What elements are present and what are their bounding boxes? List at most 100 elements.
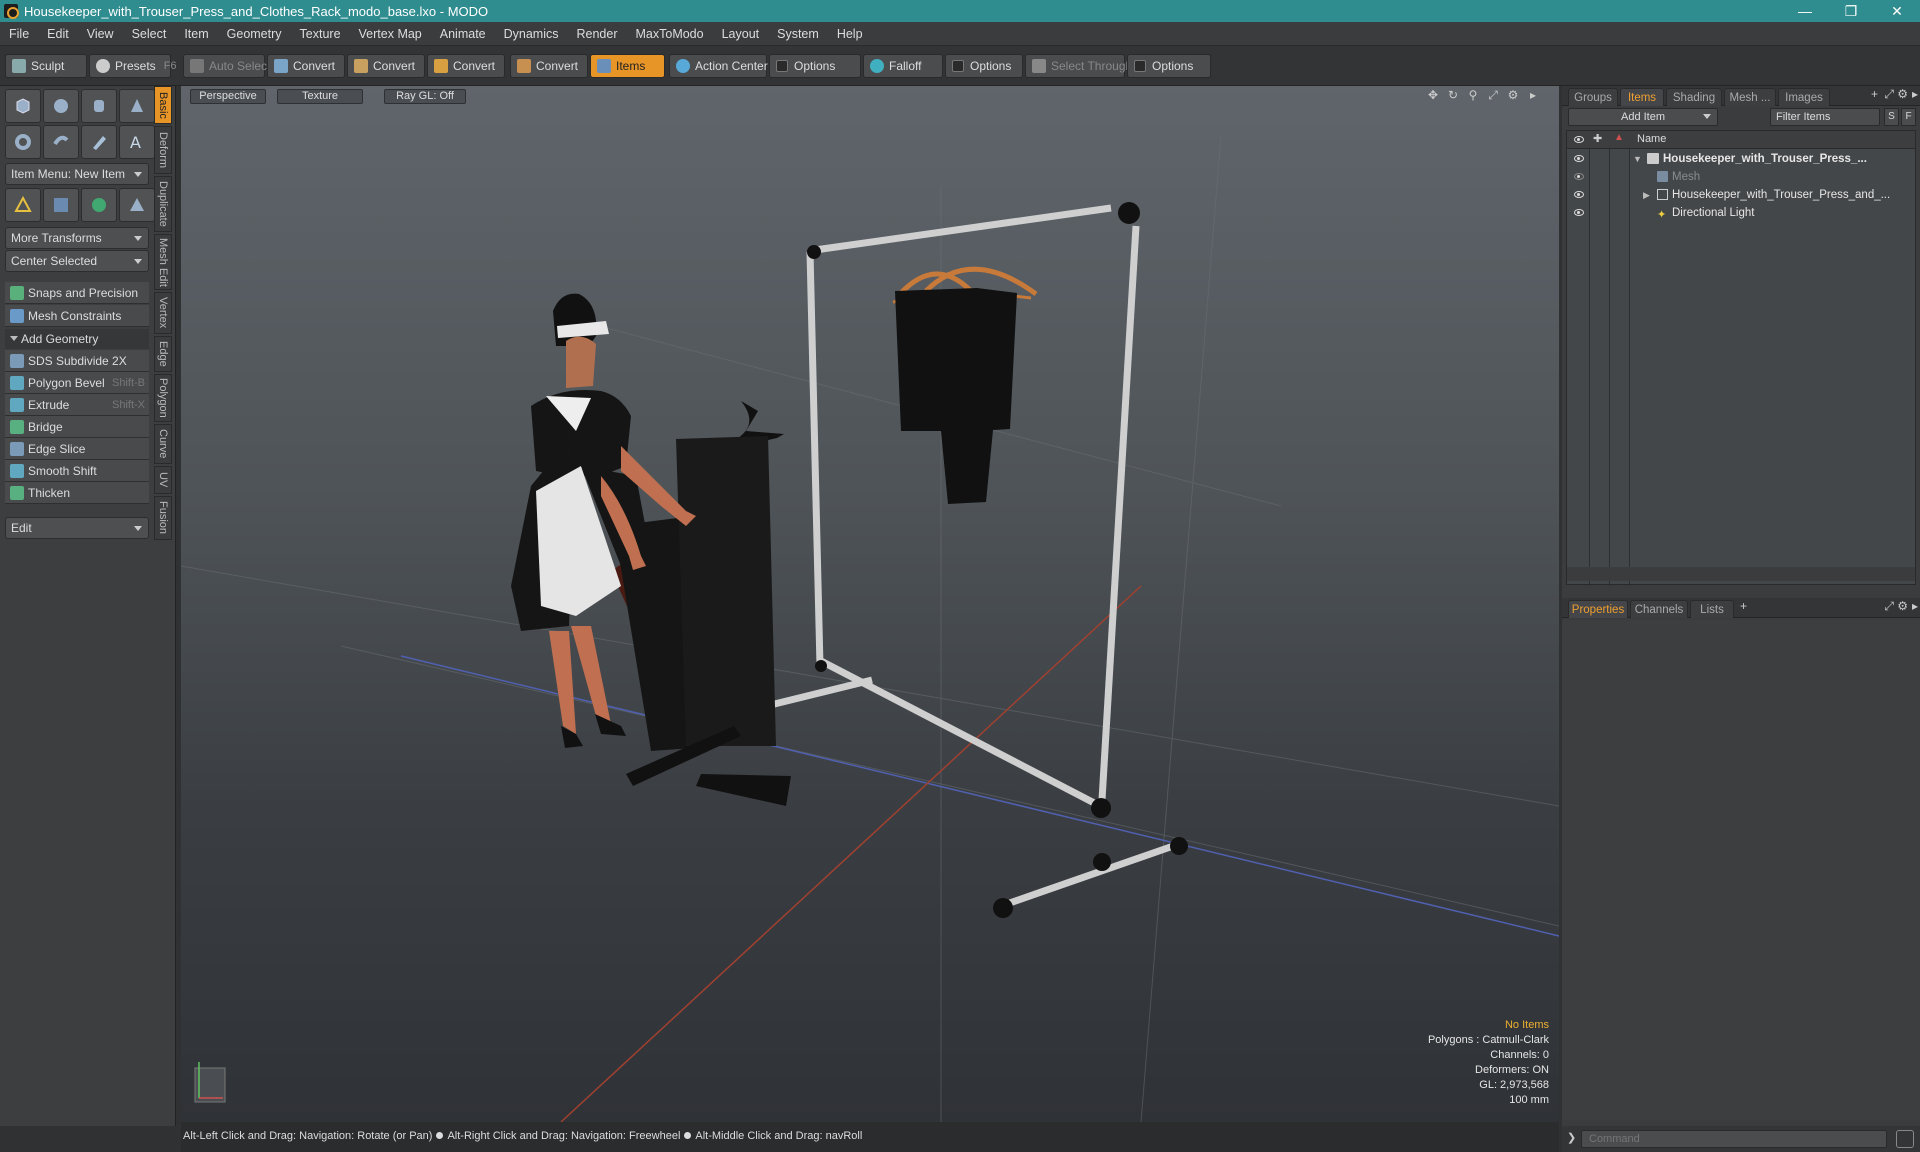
menu-vertex-map[interactable]: Vertex Map xyxy=(350,22,431,46)
transform-icon[interactable] xyxy=(5,188,41,222)
rotate-icon[interactable]: ↻ xyxy=(1445,87,1461,103)
tool-thicken[interactable]: Thicken xyxy=(5,482,149,504)
visibility-column-eye-icon[interactable] xyxy=(1574,136,1584,143)
item-menu-dropdown[interactable]: Item Menu: New Item xyxy=(5,163,149,185)
tool-edge-slice[interactable]: Edge Slice xyxy=(5,438,149,460)
zoom-icon[interactable]: ⚲ xyxy=(1465,87,1481,103)
convert-vertices-button[interactable]: Convert xyxy=(267,54,345,78)
visibility-eye-icon[interactable] xyxy=(1574,209,1584,216)
filter-items-input[interactable]: Filter Items xyxy=(1770,108,1880,126)
command-history-icon[interactable] xyxy=(1896,1130,1914,1148)
tab-items[interactable]: Items xyxy=(1620,88,1664,106)
lock-column-icon[interactable]: ✚ xyxy=(1593,132,1602,145)
add-tab-icon[interactable]: + xyxy=(1740,599,1747,613)
ray-gl-toggle[interactable]: Ray GL: Off xyxy=(384,89,466,104)
tree-row-mesh[interactable]: Mesh xyxy=(1567,168,1915,186)
close-icon[interactable]: ✕ xyxy=(1874,0,1920,22)
tab-groups[interactable]: Groups xyxy=(1568,88,1618,106)
pen-tool-icon[interactable] xyxy=(81,125,117,159)
tab-mesh[interactable]: Mesh ... xyxy=(1724,88,1776,106)
cone-primitive-icon[interactable] xyxy=(119,89,155,123)
presets-button[interactable]: Presets F6 xyxy=(89,54,177,78)
tab-images[interactable]: Images xyxy=(1778,88,1830,106)
panel-gear-icon[interactable]: ⚙ xyxy=(1897,87,1908,101)
falloff-options-button[interactable]: Options xyxy=(945,54,1023,78)
tab-uv[interactable]: UV xyxy=(154,466,172,494)
menu-file[interactable]: File xyxy=(0,22,38,46)
command-input[interactable] xyxy=(1581,1130,1887,1148)
menu-render[interactable]: Render xyxy=(568,22,627,46)
center-selected-dropdown[interactable]: Center Selected xyxy=(5,250,149,272)
tab-lists[interactable]: Lists xyxy=(1690,600,1734,618)
menu-geometry[interactable]: Geometry xyxy=(218,22,291,46)
add-tab-icon[interactable]: + xyxy=(1871,87,1878,101)
restore-icon[interactable]: ❐ xyxy=(1828,0,1874,22)
select-through-options-button[interactable]: Options xyxy=(1127,54,1211,78)
render-column-icon[interactable]: ▲ xyxy=(1614,132,1624,143)
tool-smooth-shift[interactable]: Smooth Shift xyxy=(5,460,149,482)
falloff-button[interactable]: Falloff xyxy=(863,54,943,78)
tree-row-directional-light[interactable]: ✦ Directional Light xyxy=(1567,204,1915,222)
select-through-button[interactable]: Select Through xyxy=(1025,54,1132,78)
minimize-icon[interactable]: — xyxy=(1782,0,1828,22)
items-mode-button[interactable]: Items xyxy=(590,54,665,78)
torus-primitive-icon[interactable] xyxy=(5,125,41,159)
tab-basic[interactable]: Basic xyxy=(154,86,172,124)
expand-icon[interactable]: ⤢ xyxy=(1884,87,1894,102)
view-perspective-button[interactable]: Perspective xyxy=(190,89,266,104)
tool-bridge[interactable]: Bridge xyxy=(5,416,149,438)
viewport-menu-arrow-icon[interactable]: ▸ xyxy=(1525,87,1541,103)
tab-fusion[interactable]: Fusion xyxy=(154,496,172,540)
visibility-eye-icon[interactable] xyxy=(1574,155,1584,162)
menu-maxtomodo[interactable]: MaxToModo xyxy=(627,22,713,46)
menu-item[interactable]: Item xyxy=(175,22,217,46)
panel-gear-icon[interactable]: ⚙ xyxy=(1897,599,1908,613)
menu-animate[interactable]: Animate xyxy=(431,22,495,46)
menu-texture[interactable]: Texture xyxy=(291,22,350,46)
sphere-primitive-icon[interactable] xyxy=(43,89,79,123)
panel-menu-arrow-icon[interactable]: ▸ xyxy=(1912,599,1918,613)
collapse-arrow-icon[interactable]: ▼ xyxy=(1633,150,1642,168)
convert-polygons-button[interactable]: Convert xyxy=(427,54,505,78)
cylinder-primitive-icon[interactable] xyxy=(81,89,117,123)
3d-viewport[interactable]: Perspective Texture Ray GL: Off ✥ ↻ ⚲ ⤢ … xyxy=(181,86,1559,1122)
sculpt-button[interactable]: Sculpt xyxy=(5,54,87,78)
tool-extrude[interactable]: Extrude Shift-X xyxy=(5,394,149,416)
auto-select-button[interactable]: Auto Select xyxy=(183,54,270,78)
text-tool-icon[interactable]: A xyxy=(119,125,155,159)
tool-polygon-bevel[interactable]: Polygon Bevel Shift-B xyxy=(5,372,149,394)
cube-primitive-icon[interactable] xyxy=(5,89,41,123)
tree-row-scene[interactable]: ▼ Housekeeper_with_Trouser_Press_... xyxy=(1567,150,1915,168)
action-center-options-button[interactable]: Options xyxy=(769,54,861,78)
tab-mesh-edit[interactable]: Mesh Edit xyxy=(154,234,172,290)
capsule-primitive-icon[interactable] xyxy=(43,125,79,159)
tab-channels[interactable]: Channels xyxy=(1630,600,1688,618)
filter-f-button[interactable]: F xyxy=(1901,108,1916,126)
tab-vertex[interactable]: Vertex xyxy=(154,292,172,334)
tree-row-housekeeper-group[interactable]: ▶ Housekeeper_with_Trouser_Press_and_... xyxy=(1567,186,1915,204)
shading-texture-button[interactable]: Texture xyxy=(277,89,363,104)
tab-deform[interactable]: Deform xyxy=(154,126,172,174)
action-center-button[interactable]: Action Center xyxy=(669,54,768,78)
pan-icon[interactable]: ✥ xyxy=(1425,87,1441,103)
menu-system[interactable]: System xyxy=(768,22,828,46)
tab-duplicate[interactable]: Duplicate xyxy=(154,176,172,232)
edit-dropdown[interactable]: Edit xyxy=(5,517,149,539)
menu-help[interactable]: Help xyxy=(828,22,872,46)
menu-dynamics[interactable]: Dynamics xyxy=(495,22,568,46)
globe-icon[interactable] xyxy=(81,188,117,222)
tab-curve[interactable]: Curve xyxy=(154,424,172,464)
menu-layout[interactable]: Layout xyxy=(713,22,769,46)
viewport-settings-gear-icon[interactable]: ⚙ xyxy=(1505,87,1521,103)
maximize-view-icon[interactable]: ⤢ xyxy=(1485,87,1501,103)
add-geometry-header[interactable]: Add Geometry xyxy=(5,329,149,349)
convert-edges-button[interactable]: Convert xyxy=(347,54,425,78)
tool-sds-subdivide[interactable]: SDS Subdivide 2X xyxy=(5,350,149,372)
mesh-constraints-button[interactable]: Mesh Constraints xyxy=(5,305,149,327)
menu-edit[interactable]: Edit xyxy=(38,22,78,46)
grid-icon[interactable] xyxy=(43,188,79,222)
visibility-eye-icon[interactable] xyxy=(1574,191,1584,198)
expand-icon[interactable]: ⤢ xyxy=(1884,599,1894,614)
add-item-dropdown[interactable]: Add Item xyxy=(1568,108,1718,126)
name-column-header[interactable]: Name xyxy=(1637,133,1666,145)
